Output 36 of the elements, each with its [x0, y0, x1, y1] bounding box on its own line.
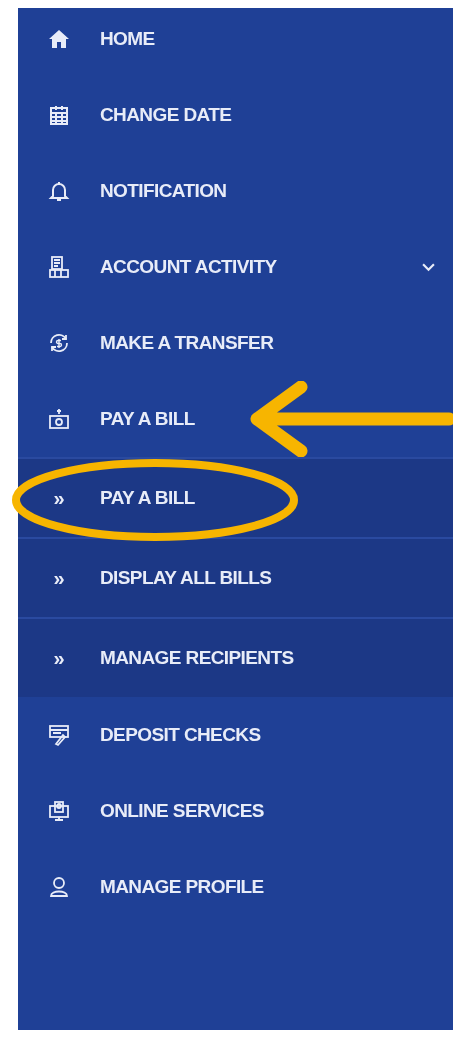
menu-label: PAY A BILL	[100, 408, 195, 430]
double-chevron-icon: »	[47, 566, 71, 590]
menu-label: MAKE A TRANSFER	[100, 332, 274, 354]
menu-item[interactable]: ONLINE SERVICES	[18, 773, 453, 849]
menu-label: MANAGE PROFILE	[100, 876, 264, 898]
calendar-icon	[47, 103, 71, 127]
dollar-exchange-icon	[47, 331, 71, 355]
double-chevron-icon: »	[47, 486, 71, 510]
submenu-item[interactable]: » PAY A BILL	[18, 457, 453, 537]
menu-item[interactable]: MAKE A TRANSFER	[18, 305, 453, 381]
bell-icon	[47, 179, 71, 203]
menu-item[interactable]: MANAGE PROFILE	[18, 849, 453, 925]
submenu-item[interactable]: » DISPLAY ALL BILLS	[18, 537, 453, 617]
menu-label: ACCOUNT ACTIVITY	[100, 256, 277, 278]
check-pen-icon	[47, 723, 71, 747]
submenu-label: MANAGE RECIPIENTS	[100, 647, 294, 669]
home-icon	[47, 27, 71, 51]
menu-item[interactable]: CHANGE DATE	[18, 77, 453, 153]
menu-item[interactable]: ACCOUNT ACTIVITY	[18, 229, 453, 305]
person-icon	[47, 875, 71, 899]
menu-label: ONLINE SERVICES	[100, 800, 264, 822]
menu-label: HOME	[100, 28, 155, 50]
submenu-label: PAY A BILL	[100, 487, 195, 509]
monitor-person-icon	[47, 799, 71, 823]
chevron-down-icon	[422, 262, 435, 272]
building-icon	[47, 255, 71, 279]
menu-item[interactable]: HOME	[18, 8, 453, 77]
submenu-label: DISPLAY ALL BILLS	[100, 567, 272, 589]
menu-item[interactable]: NOTIFICATION	[18, 153, 453, 229]
submenu-item[interactable]: » MANAGE RECIPIENTS	[18, 617, 453, 697]
menu-label: CHANGE DATE	[100, 104, 232, 126]
double-chevron-icon: »	[47, 646, 71, 670]
menu-item[interactable]: DEPOSIT CHECKS	[18, 697, 453, 773]
menu-item[interactable]: PAY A BILL	[18, 381, 453, 457]
menu-label: DEPOSIT CHECKS	[100, 724, 261, 746]
menu-label: NOTIFICATION	[100, 180, 227, 202]
